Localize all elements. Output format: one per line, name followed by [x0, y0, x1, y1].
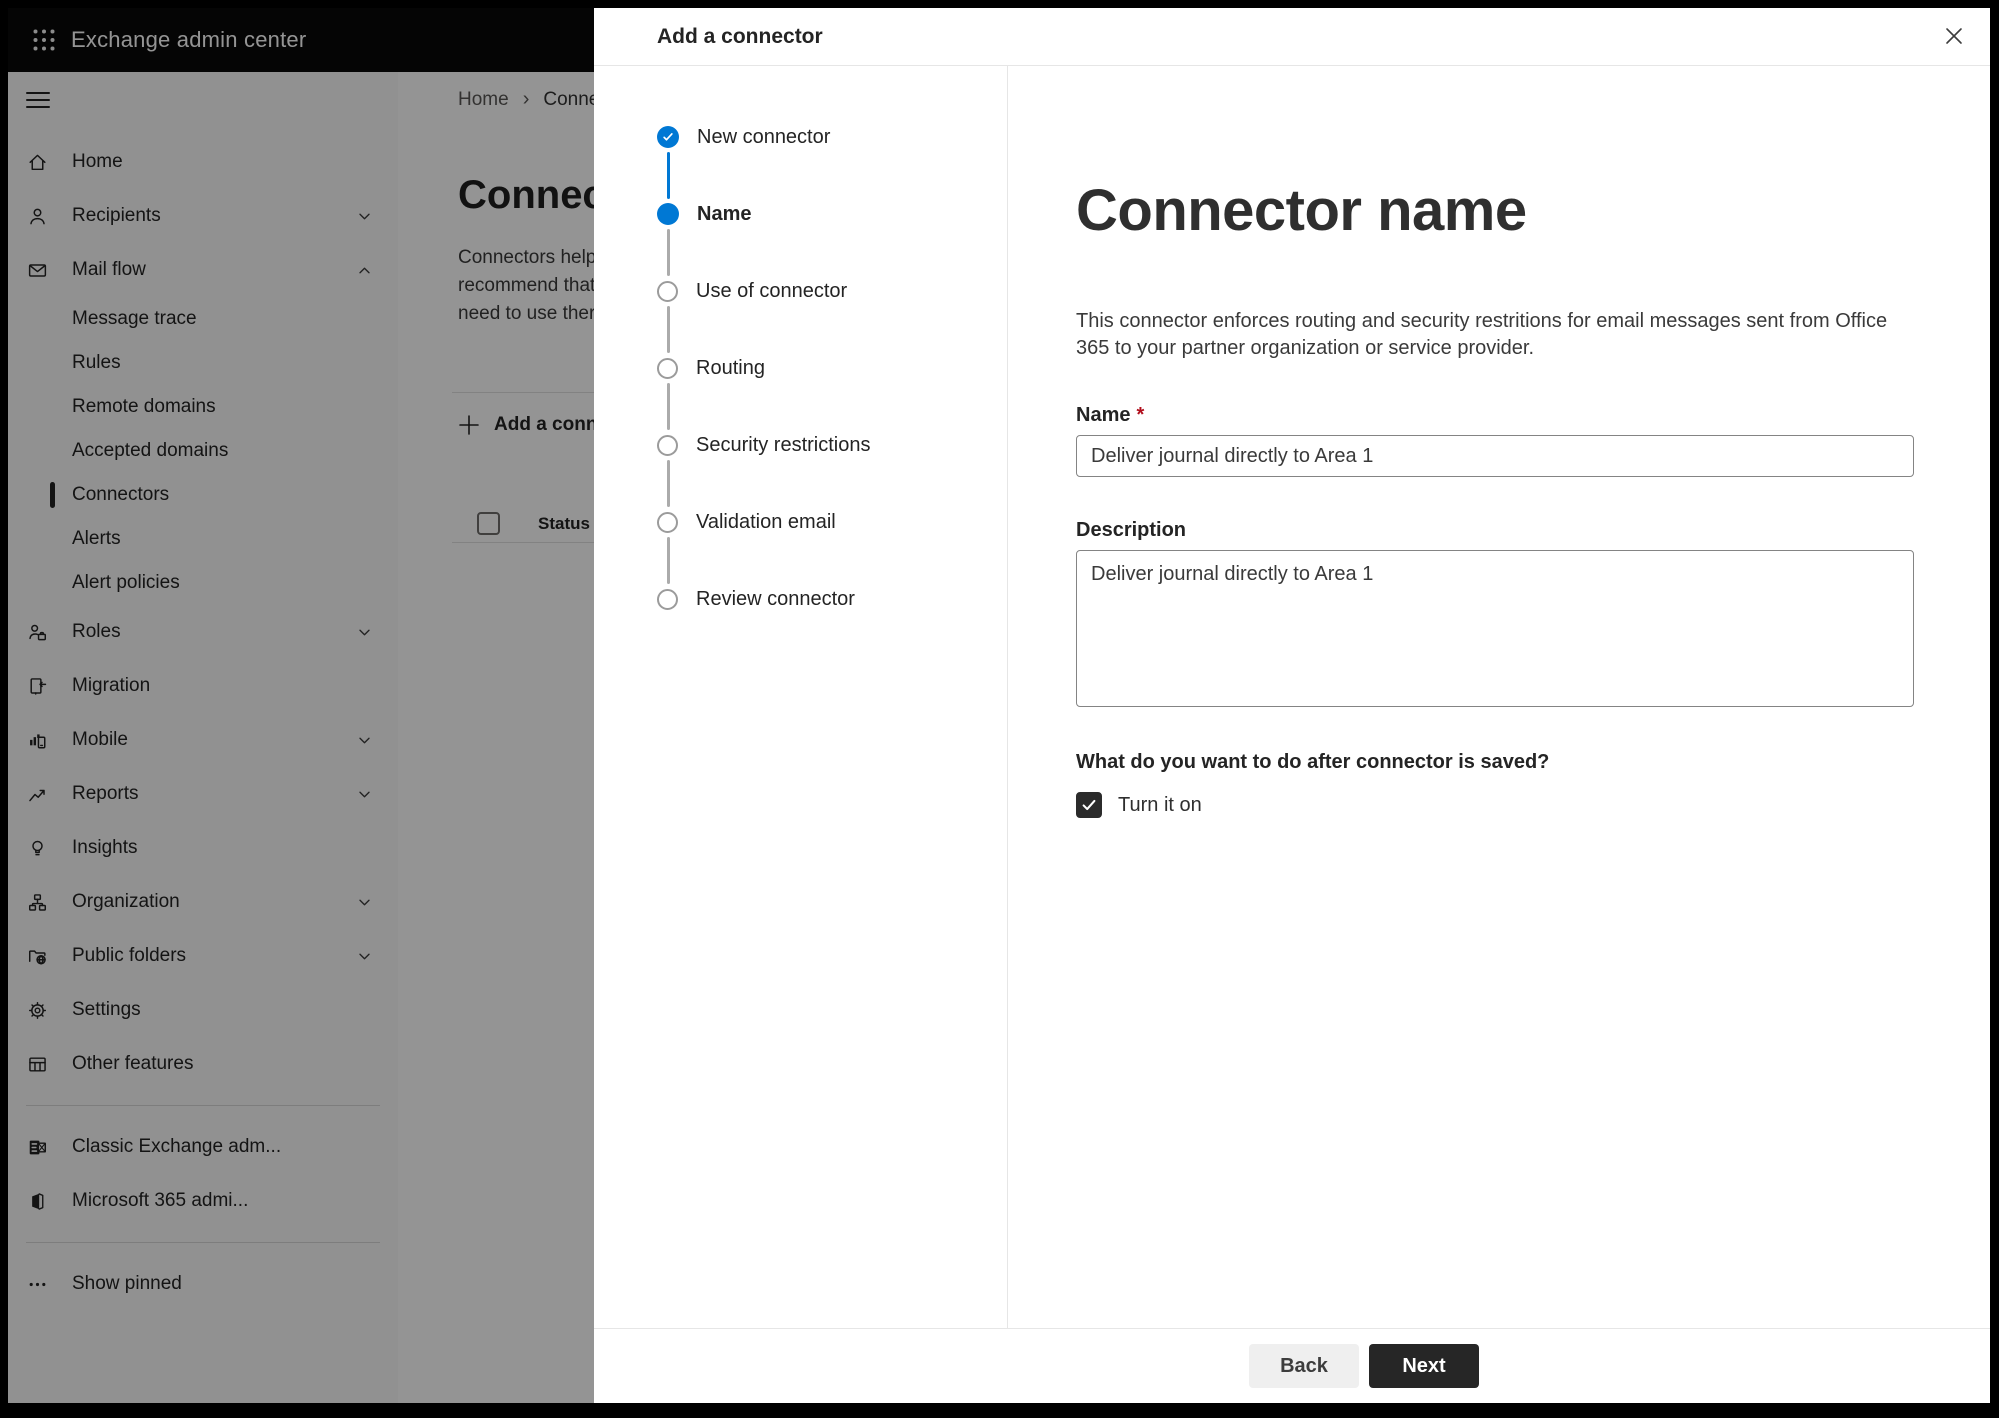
wizard-connector-line [666, 537, 670, 584]
wizard-connector-line [666, 152, 670, 199]
turn-it-on-label: Turn it on [1118, 793, 1202, 816]
step-upcoming-icon [657, 511, 678, 533]
wizard-connector-line [666, 306, 670, 353]
wizard-step-name[interactable]: Name [657, 203, 1007, 225]
name-input[interactable] [1076, 435, 1914, 477]
description-label-text: Description [1076, 519, 1187, 541]
wizard-step-label: Routing [696, 356, 765, 379]
step-completed-icon [657, 126, 679, 148]
step-upcoming-icon [657, 434, 678, 456]
wizard-step-label: Use of connector [696, 279, 848, 302]
wizard-step-new-connector[interactable]: New connector [657, 126, 1007, 148]
name-field-label: Name * [1076, 404, 1910, 427]
wizard-step-label: New connector [697, 125, 831, 148]
wizard-step-validation-email[interactable]: Validation email [657, 511, 1007, 533]
after-save-question: What do you want to do after connector i… [1076, 751, 1550, 773]
wizard-step-label: Validation email [696, 510, 836, 533]
step-upcoming-icon [657, 588, 678, 610]
turn-it-on-row: Turn it on [1076, 792, 1910, 818]
panel-heading: Connector name [1076, 178, 1527, 243]
description-textarea[interactable]: Deliver journal directly to Area 1 [1076, 550, 1914, 707]
wizard-step-routing[interactable]: Routing [657, 357, 1007, 379]
description-field-label: Description [1076, 519, 1910, 542]
wizard-connector-line [666, 383, 670, 430]
wizard-step-label: Name [697, 202, 752, 225]
wizard-step-label: Security restrictions [696, 433, 871, 456]
name-step-panel: Connector name This connector enforces r… [1008, 66, 1990, 1328]
screen: Exchange admin center Home Recipients Mail… [0, 0, 1999, 1418]
name-label-text: Name [1076, 404, 1131, 426]
wizard-step-use-of-connector[interactable]: Use of connector [657, 280, 1007, 302]
panel-description: This connector enforces routing and secu… [1076, 310, 1888, 359]
wizard-step-label: Review connector [696, 587, 855, 610]
dialog-header: Add a connector [594, 8, 1990, 66]
required-asterisk: * [1136, 404, 1145, 426]
dialog-body: New connector Name Use of connector Routing… [594, 66, 1990, 1328]
turn-it-on-checkbox[interactable] [1076, 792, 1102, 818]
close-icon[interactable] [1941, 23, 1967, 49]
dialog-title: Add a connector [657, 24, 823, 48]
wizard-step-security-restrictions[interactable]: Security restrictions [657, 434, 1007, 456]
wizard-step-review-connector[interactable]: Review connector [657, 588, 1007, 610]
back-button[interactable]: Back [1249, 1344, 1359, 1388]
step-upcoming-icon [657, 357, 678, 379]
next-button[interactable]: Next [1369, 1344, 1479, 1388]
add-connector-dialog: Add a connector New connector Name Use of … [594, 8, 1990, 1403]
step-current-icon [657, 203, 679, 225]
dialog-footer: Back Next [594, 1328, 1990, 1403]
wizard-connector-line [666, 229, 670, 276]
wizard-steps: New connector Name Use of connector Routing… [594, 66, 1008, 1328]
wizard-connector-line [666, 460, 670, 507]
step-upcoming-icon [657, 280, 678, 302]
